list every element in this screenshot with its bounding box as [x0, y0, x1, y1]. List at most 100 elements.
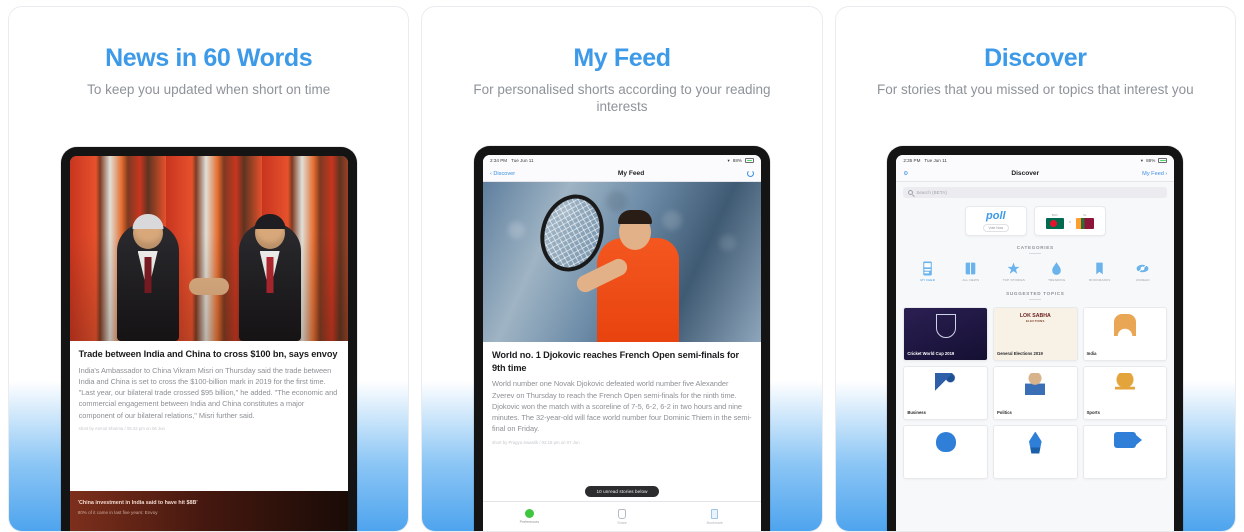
team-a: BAN [1045, 213, 1064, 229]
bookmark-icon [711, 508, 719, 519]
topic-card[interactable] [992, 424, 1078, 479]
my-feed-label: My Feed [1142, 170, 1164, 177]
category-all-news[interactable]: ALL NEWS [950, 261, 991, 282]
suggested-topics-grid: Cricket World Cup 2019 LOK SABHA ELECTIO… [903, 306, 1168, 479]
topic-label: Sports [1086, 410, 1100, 416]
wifi-icon: ▾ [727, 157, 730, 163]
figure-right [238, 214, 301, 341]
topic-card[interactable] [1082, 424, 1168, 479]
rocket-icon [994, 431, 1077, 454]
srilanka-flag-icon [1075, 218, 1094, 229]
topic-card[interactable]: Politics [992, 365, 1078, 420]
unread-stories-pill[interactable]: 10 unread stories below [585, 486, 659, 497]
match-widget[interactable]: BAN v SL [1033, 206, 1106, 236]
back-button-label: Discover [493, 170, 516, 177]
bangladesh-flag-icon [1045, 218, 1064, 229]
flame-icon [1052, 261, 1062, 275]
figure-right-shirt [259, 251, 280, 283]
refresh-button[interactable] [746, 170, 754, 177]
tablet-screen-3: 2:35 PM Tue Jun 11 ▾ 88% ⚙ Discover My F… [896, 155, 1175, 531]
status-date: Tue Jun 11 [511, 158, 534, 163]
topic-label: Business [907, 410, 926, 416]
section-divider [1029, 298, 1042, 300]
brain-icon [904, 431, 987, 452]
tab-preferences[interactable]: Preferences [483, 509, 576, 524]
article-body: World number one Novak Djokovic defeated… [491, 379, 752, 434]
next-story-headline: 'China investment in India said to have … [77, 500, 198, 506]
handshake-photo-figures [109, 213, 309, 341]
article-headline: Trade between India and China to cross $… [78, 349, 338, 359]
article-hero-image [69, 156, 348, 342]
nav-bar: ‹ Discover My Feed [482, 166, 761, 182]
vote-now-button[interactable]: Vote Now [982, 223, 1010, 232]
topic-card[interactable]: India [1082, 306, 1168, 361]
player-hair [617, 210, 652, 224]
category-label: ALL NEWS [962, 278, 980, 282]
tab-share[interactable]: Share [576, 508, 669, 525]
search-input[interactable]: Search (BETA) [903, 187, 1168, 198]
category-label: UNREAD [1135, 278, 1150, 282]
category-row: MY FEED ALL NEWS TOP STORIES TRENDING BO… [903, 261, 1167, 282]
next-story-banner[interactable]: 'China investment in India said to have … [69, 491, 348, 531]
category-top-stories[interactable]: TOP STORIES [993, 261, 1034, 282]
status-time: 2:34 PM [489, 158, 508, 163]
screenshot-gallery: News in 60 Words To keep you updated whe… [0, 0, 1244, 532]
search-placeholder: Search (BETA) [916, 190, 947, 195]
topic-overline-sub: ELECTIONS [1025, 319, 1045, 324]
article-credit: short by Anmol Sharma / 05:42 pm on 06 J… [78, 425, 165, 431]
tablet-mockup-2: 2:34 PM Tue Jun 11 ▾ 88% ‹ Discover My F… [473, 146, 770, 531]
topics-title: SUGGESTED TOPICS [1006, 291, 1065, 296]
tab-bookmark[interactable]: Bookmark [668, 508, 761, 525]
status-bar: 2:34 PM Tue Jun 11 ▾ 88% [482, 155, 761, 166]
battery-icon [1158, 158, 1168, 163]
nav-bar: ⚙ Discover My Feed › [896, 166, 1175, 182]
star-icon [1007, 262, 1020, 274]
green-dot-icon [524, 509, 534, 518]
category-bookmarks[interactable]: BOOKMARKS [1079, 261, 1120, 282]
category-unread[interactable]: UNREAD [1122, 261, 1163, 282]
figure-left-shirt [137, 251, 158, 283]
panel-news-in-60-words: News in 60 Words To keep you updated whe… [8, 6, 410, 532]
topic-card[interactable]: LOK SABHA ELECTIONS General Elections 20… [992, 306, 1078, 361]
figure-left [116, 214, 179, 341]
figure-left-hair [132, 214, 164, 229]
category-trending[interactable]: TRENDING [1036, 261, 1077, 282]
page-title: Discover [984, 44, 1087, 72]
next-story-subtext: 80% of it came in last five years: Envoy [77, 509, 158, 515]
topic-label: Politics [996, 410, 1012, 416]
chevron-right-icon: › [1165, 170, 1168, 177]
unread-pill-wrap: 10 unread stories below [483, 486, 761, 497]
news-icon [965, 262, 976, 274]
category-label: MY FEED [920, 278, 936, 282]
back-button[interactable]: ‹ Discover [490, 171, 515, 177]
topics-section-header: SUGGESTED TOPICS [903, 291, 1167, 300]
tennis-player [531, 186, 699, 342]
topic-card[interactable]: Business [903, 365, 988, 420]
category-my-feed[interactable]: MY FEED [907, 261, 948, 282]
section-divider [1029, 252, 1042, 254]
feed-icon [923, 261, 933, 275]
topic-label: General Elections 2019 [996, 351, 1043, 357]
india-gate-icon [1084, 313, 1167, 336]
topic-card[interactable] [903, 424, 988, 479]
topic-card[interactable]: Sports [1082, 365, 1168, 420]
status-bar: 2:35 PM Tue Jun 11 ▾ 88% [896, 155, 1175, 166]
status-time: 2:35 PM [903, 158, 921, 163]
settings-button[interactable]: ⚙ [903, 171, 908, 177]
panel-my-feed: My Feed For personalised shorts accordin… [421, 6, 823, 532]
discover-body: Search (BETA) poll Vote Now BAN v SL CAT… [896, 182, 1175, 531]
share-icon [617, 508, 626, 519]
tab-label: Preferences [519, 520, 540, 524]
article-body: India's Ambassador to China Vikram Misri… [78, 365, 338, 420]
bottom-tab-bar: Preferences Share Bookmark [482, 501, 761, 531]
poll-widget[interactable]: poll Vote Now [964, 206, 1027, 236]
figure-right-hair [254, 214, 286, 229]
tablet-screen-1: Trade between India and China to cross $… [69, 156, 348, 531]
topic-card[interactable]: Cricket World Cup 2019 [903, 306, 988, 361]
article-hero-image [482, 182, 761, 342]
my-feed-button[interactable]: My Feed › [1142, 171, 1167, 177]
wifi-icon: ▾ [1140, 157, 1144, 163]
bookmark-icon [1096, 262, 1103, 274]
category-label: TRENDING [1048, 278, 1066, 282]
status-battery-label: 88% [1146, 158, 1156, 163]
